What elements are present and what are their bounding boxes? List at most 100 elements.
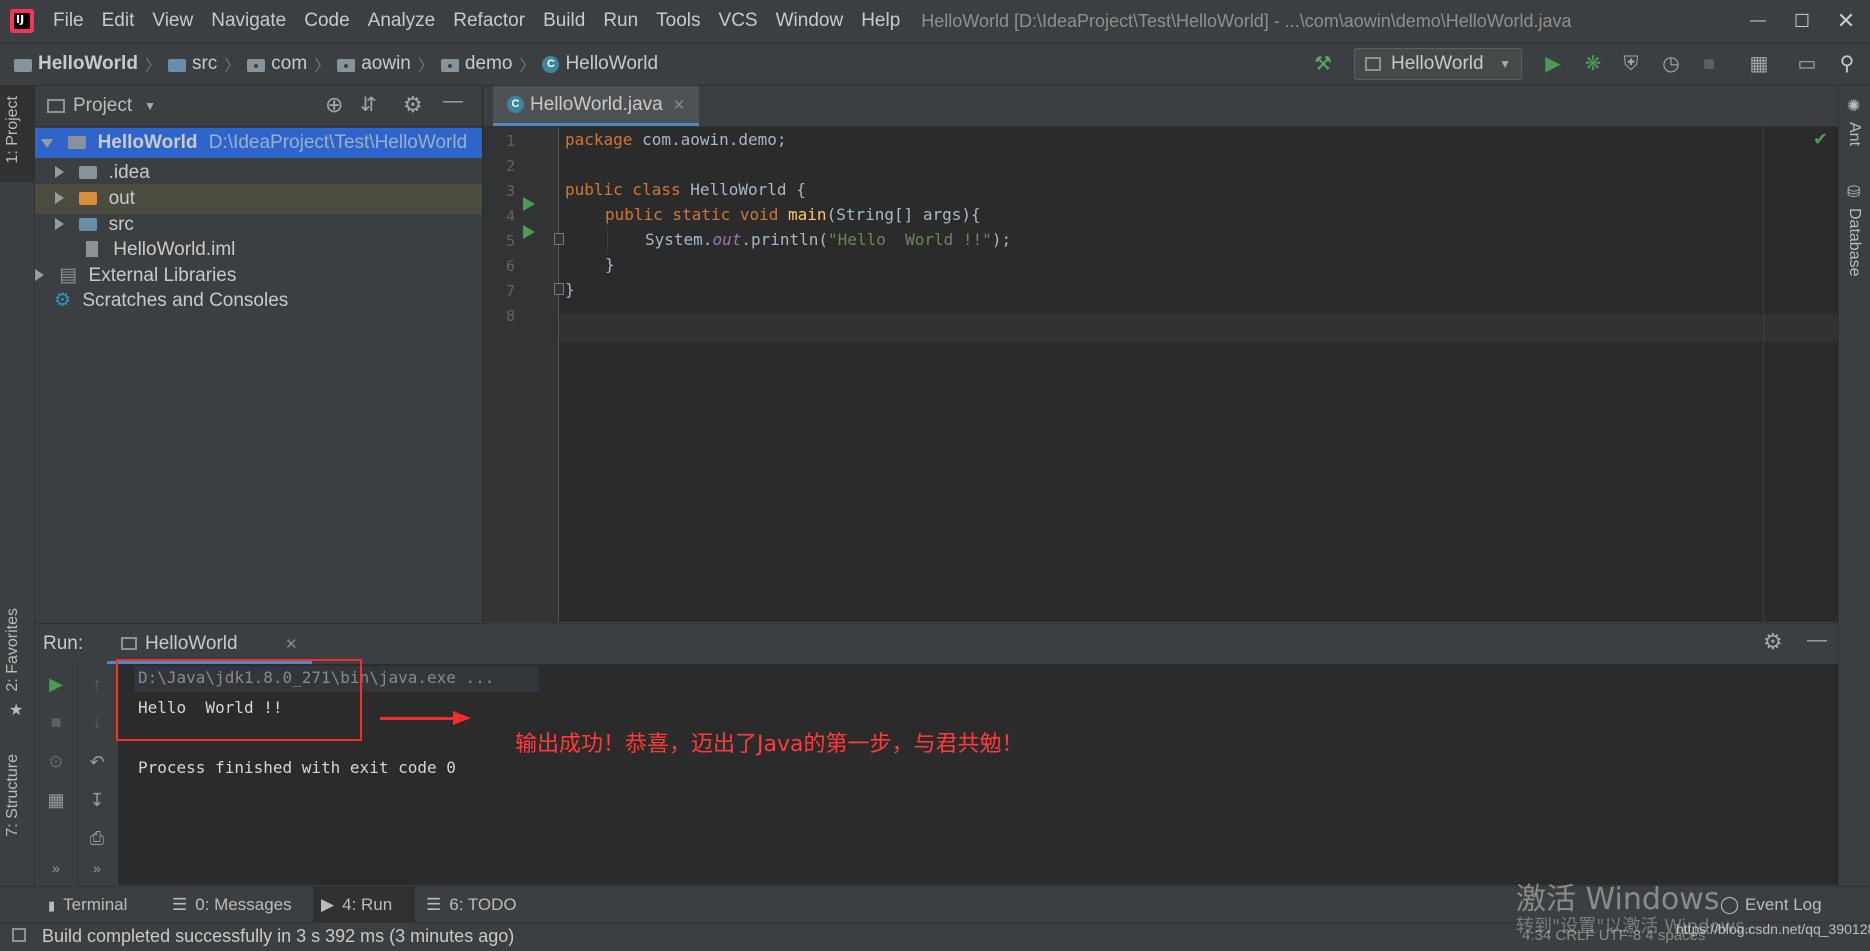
editor-tab-helloworld-java[interactable]: C HelloWorld.java ✕ [493,86,700,126]
code-line-5: System.out.println("Hello World !!"); [645,230,1012,249]
scroll-to-end-icon[interactable]: ↧ [82,790,112,811]
close-tab-icon[interactable]: ✕ [285,635,298,653]
menu-edit[interactable]: Edit [93,0,144,42]
gear-icon[interactable]: ⚙ [403,92,423,118]
menu-navigate[interactable]: Navigate [202,0,295,42]
source-folder-icon [167,58,186,72]
breadcrumb-com[interactable]: com [271,53,307,75]
rerun-icon[interactable]: ▶ [41,674,71,695]
print-icon[interactable]: ⎙ [82,828,112,849]
more-icon[interactable]: » [41,860,71,876]
code-line-6: } [605,255,615,274]
menu-help[interactable]: Help [852,0,909,42]
debug-icon[interactable]: ❋ [1580,51,1606,77]
structure-tool-tab[interactable]: 7: Structure [4,754,22,837]
project-panel-header: Project ▼ ⊕ ⇵ ⚙ — [35,86,482,127]
libraries-icon: ▤ [59,265,78,286]
menu-vcs[interactable]: VCS [710,0,767,42]
coverage-icon[interactable]: ⛨ [1618,51,1644,77]
tree-item-label: .idea [108,162,150,183]
expand-arrow-icon[interactable] [35,269,44,281]
chevron-down-icon[interactable]: ▼ [144,99,156,113]
tree-item-scratches[interactable]: ⚙ Scratches and Consoles [35,286,482,316]
application-icon [1365,57,1381,71]
hide-panel-icon[interactable]: — [1807,629,1827,652]
settings-debug-icon[interactable]: ⚙ [41,752,71,773]
expand-arrow-icon[interactable] [55,166,64,178]
menu-analyze[interactable]: Analyze [359,0,445,42]
messages-tab[interactable]: ☰ 0: Messages [172,887,292,923]
expand-arrow-icon[interactable] [41,139,53,148]
fold-marker-icon[interactable] [554,233,564,245]
ant-tool-tab[interactable]: Ant [1845,122,1863,146]
arrow-down-icon[interactable]: ↓ [82,712,112,733]
expand-arrow-icon[interactable] [55,218,64,230]
package-icon [440,58,459,72]
locate-target-icon[interactable]: ⊕ [325,92,343,118]
module-file-icon [86,241,98,257]
stop-icon[interactable]: ■ [41,712,71,733]
gear-icon[interactable]: ⚙ [1763,629,1783,655]
scratches-icon: ⚙ [54,290,72,311]
run-tab-helloworld[interactable]: HelloWorld ✕ [107,624,312,664]
collapse-all-icon[interactable]: ⇵ [360,92,377,117]
menu-window[interactable]: Window [767,0,853,42]
tree-item-project-root[interactable]: HelloWorld D:\IdeaProject\Test\HelloWorl… [35,128,482,158]
menu-build[interactable]: Build [534,0,594,42]
expand-arrow-icon[interactable] [55,192,64,204]
fold-marker-icon[interactable] [554,283,564,295]
layout-icon[interactable]: ▦ [41,790,71,811]
soft-wrap-icon[interactable]: ↶ [82,752,112,773]
terminal-tab[interactable]: ▮ Terminal [48,887,127,923]
status-toggle-icon[interactable] [12,928,26,942]
breadcrumb: HelloWorld 〉 src 〉 com 〉 aowin 〉 demo 〉 … [14,52,658,76]
build-hammer-icon[interactable]: ⚒ [1310,51,1336,77]
project-folder-icon [14,58,32,72]
line-number: 2 [505,157,515,175]
project-view-selector[interactable]: Project [73,95,132,117]
stop-icon[interactable]: ■ [1696,51,1722,77]
hide-panel-icon[interactable]: — [443,90,463,113]
breadcrumb-aowin[interactable]: aowin [361,53,411,75]
menu-run[interactable]: Run [594,0,647,42]
run-gutter-icon[interactable] [523,225,535,239]
search-icon[interactable]: ⚲ [1834,51,1860,77]
code-line-1: package com.aowin.demo; [565,130,787,149]
menu-tools[interactable]: Tools [647,0,709,42]
project-structure-icon[interactable]: ▦ [1746,51,1772,77]
database-tool-tab[interactable]: Database [1845,208,1863,277]
more-icon[interactable]: » [82,860,112,876]
terminal-window-icon[interactable]: ▭ [1794,51,1820,77]
menu-refactor[interactable]: Refactor [444,0,534,42]
profile-icon[interactable]: ◷ [1658,51,1684,77]
breadcrumb-class[interactable]: HelloWorld [565,53,658,75]
minimize-icon[interactable]: — [1736,0,1780,42]
menu-code[interactable]: Code [295,0,358,42]
favorites-tool-tab[interactable]: 2: Favorites [4,608,22,692]
project-tool-tab[interactable]: 1: Project [4,96,22,164]
code-editor[interactable]: 1 2 3 4 5 6 7 8 ✔ package com.aowin.demo… [483,127,1838,622]
breadcrumb-project[interactable]: HelloWorld [38,53,138,75]
line-number: 3 [505,182,515,200]
menu-file[interactable]: File [44,0,93,42]
code-line-4: public static void main(String[] args){ [605,205,981,224]
tree-item-label: out [108,188,135,209]
arrow-up-icon[interactable]: ↑ [82,674,112,695]
run-gutter-icon[interactable] [523,197,535,211]
window-title: HelloWorld [D:\IdeaProject\Test\HelloWor… [921,10,1572,31]
todo-tab[interactable]: ☰ 6: TODO [426,887,517,923]
tree-item-label: External Libraries [88,265,237,286]
breadcrumb-demo[interactable]: demo [465,53,513,75]
run-icon[interactable]: ▶ [1540,51,1566,77]
breadcrumb-src[interactable]: src [192,53,217,75]
close-icon[interactable]: ✕ [1824,0,1868,42]
navigation-bar: HelloWorld 〉 src 〉 com 〉 aowin 〉 demo 〉 … [0,43,1870,86]
annotation-arrow [380,717,460,720]
maximize-icon[interactable]: ☐ [1780,0,1824,42]
run-configuration-select[interactable]: HelloWorld ▼ [1354,48,1522,80]
line-number: 7 [505,282,515,300]
run-tool-tab[interactable]: ▶ 4: Run [313,887,415,923]
line-number: 5 [505,232,515,250]
close-tab-icon[interactable]: ✕ [673,96,686,114]
menu-view[interactable]: View [143,0,202,42]
